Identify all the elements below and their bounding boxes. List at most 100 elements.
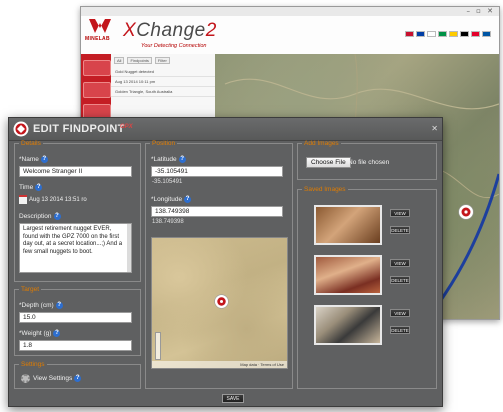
name-label-text: Name [21,156,39,164]
language-flag-icon[interactable] [405,31,414,37]
language-flags[interactable] [405,31,491,37]
weight-field[interactable]: 1.8 [19,340,132,351]
minelab-logo-icon [89,19,111,33]
position-section: Position *Latitude? -35.105491 -35.10549… [145,140,293,389]
language-flag-icon[interactable] [427,31,436,37]
help-icon[interactable]: ? [74,375,82,382]
latitude-label-text: Latitude [153,156,177,164]
dialog-titlebar: EDIT FINDPOINT GPX ✕ [9,118,442,141]
add-images-section: Add Images Choose File No file chosen [297,140,437,180]
view-image-button[interactable]: VIEW [390,209,410,217]
help-icon[interactable]: ? [55,302,63,309]
description-textarea[interactable]: Largest retirement nugget EVER, found wi… [19,223,132,273]
description-text: Largest retirement nugget EVER, found wi… [23,226,123,255]
language-flag-icon[interactable] [438,31,447,37]
details-legend: Details [21,140,41,147]
close-icon[interactable]: ✕ [431,124,438,133]
list-tab-findpoints[interactable]: Findpoints [127,57,152,64]
view-settings-label: View Settings [33,375,73,383]
weight-label-text: Weight (g) [21,330,52,338]
language-flag-icon[interactable] [471,31,480,37]
help-icon[interactable]: ? [53,213,61,220]
time-label-text: Time [19,184,34,192]
save-button[interactable]: SAVE [222,394,244,403]
target-section: Target *Depth (cm)? 15.0 *Weight (g)? 1.… [14,286,141,356]
saved-image-thumbnail[interactable] [314,205,382,245]
logo-text: MINELAB [85,36,110,42]
details-section: Details *Name? Welcome Stranger II Time?… [14,140,141,282]
sidebar-item-findpoints[interactable] [83,60,111,76]
time-value-row[interactable]: Aug 13 2014 13:51 ro [19,195,87,204]
latitude-label: *Latitude? [151,156,186,164]
window-controls[interactable]: – ▫ ✕ [466,7,495,15]
description-label-text: Description [19,213,52,221]
longitude-label-text: Longitude [153,196,183,204]
target-legend: Target [21,286,40,293]
app-title-mid: Change [136,20,206,41]
list-tab-all[interactable]: All [114,57,125,64]
add-images-legend: Add Images [304,140,339,147]
name-label: *Name? [19,156,48,164]
saved-image-thumbnail[interactable] [314,305,382,345]
language-flag-icon[interactable] [482,31,491,37]
help-icon[interactable]: ? [53,330,61,337]
list-tabs: All Findpoints Filter [111,54,215,67]
help-icon[interactable]: ? [184,196,192,203]
position-map[interactable]: Map data · Terms of Use [151,237,288,369]
language-flag-icon[interactable] [449,31,458,37]
view-settings-link[interactable]: View Settings? [21,374,82,383]
latitude-field[interactable]: -35.105491 [151,166,283,177]
app-header: MINELAB XChange2 Your Detecting Connecti… [81,16,499,55]
map-zoom-control[interactable] [155,332,161,360]
depth-label-text: Depth (cm) [21,302,54,310]
longitude-readout: 138.749398 [152,219,184,225]
gpx-logo: GPX [120,124,133,130]
name-field[interactable]: Welcome Stranger II [19,166,132,177]
choose-file-button[interactable]: Choose File [306,157,351,168]
app-title-x: X [123,20,137,41]
app-title: XChange2 [123,20,217,42]
app-title-2: 2 [205,20,217,41]
settings-section: Settings View Settings? [14,361,141,389]
edit-findpoint-dialog: EDIT FINDPOINT GPX ✕ Details *Name? Welc… [8,117,443,407]
calendar-icon[interactable] [19,195,27,204]
sidebar-item-geohunts[interactable] [83,82,111,98]
map-pin-icon[interactable] [214,294,229,309]
help-icon[interactable]: ? [35,184,43,191]
dialog-title: EDIT FINDPOINT [33,123,125,135]
findpoint-icon [13,121,29,137]
description-label: Description? [19,213,61,220]
gear-icon [21,374,30,383]
findpoint-marker-icon[interactable] [458,204,474,220]
depth-label: *Depth (cm)? [19,302,63,310]
list-item[interactable]: Gold Nugget detected [111,67,215,77]
delete-image-button[interactable]: DELETE [390,276,410,284]
position-legend: Position [152,140,176,147]
map-attribution: Map data · Terms of Use [152,361,287,368]
description-scrollbar[interactable] [127,224,131,272]
saved-images-legend: Saved Images [304,186,346,193]
saved-images-section: Saved Images VIEW DELETE VIEW DELETE VIE… [297,186,437,389]
list-tab-filter[interactable]: Filter [154,57,170,64]
delete-image-button[interactable]: DELETE [390,226,410,234]
language-flag-icon[interactable] [416,31,425,37]
delete-image-button[interactable]: DELETE [390,326,410,334]
latitude-readout: -35.105491 [152,179,183,185]
view-image-button[interactable]: VIEW [390,259,410,267]
file-status: No file chosen [348,159,390,166]
help-icon[interactable]: ? [40,156,48,163]
longitude-field[interactable]: 138.749398 [151,206,283,217]
app-tagline: Your Detecting Connection [141,43,207,49]
list-item[interactable]: Golden Triangle, South Australia [111,87,215,97]
help-icon[interactable]: ? [178,156,186,163]
language-flag-icon[interactable] [460,31,469,37]
saved-image-thumbnail[interactable] [314,255,382,295]
time-value: Aug 13 2014 13:51 ro [29,197,87,204]
time-label: Time? [19,184,43,192]
longitude-label: *Longitude? [151,196,192,204]
settings-legend: Settings [21,361,45,368]
weight-label: *Weight (g)? [19,330,61,338]
depth-field[interactable]: 15.0 [19,312,132,323]
view-image-button[interactable]: VIEW [390,309,410,317]
list-item[interactable]: Aug 13 2014 10:11 pm [111,77,215,87]
